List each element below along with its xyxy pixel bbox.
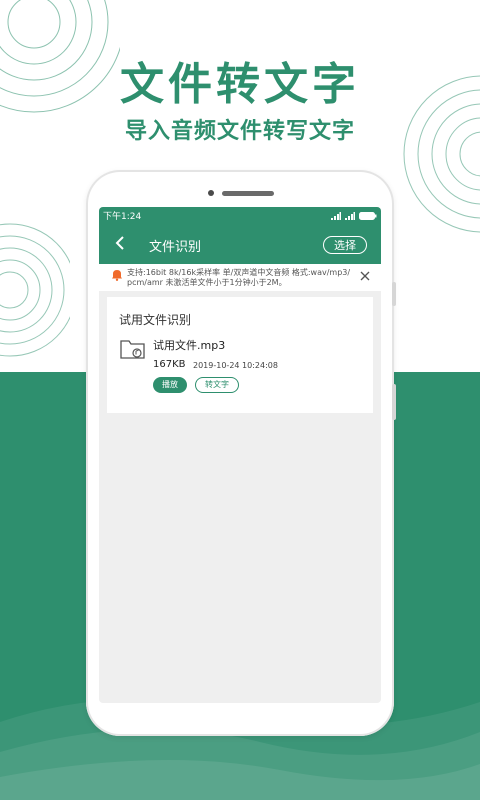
decorative-rings-left bbox=[0, 223, 70, 357]
promo-headline: 文件转文字 bbox=[120, 59, 360, 110]
battery-icon bbox=[359, 212, 377, 220]
play-button[interactable]: 播放 bbox=[153, 377, 187, 393]
file-name: 试用文件.mp3 bbox=[153, 339, 226, 352]
back-chevron-icon[interactable] bbox=[113, 234, 129, 252]
app-bar: 下午1:24 文件识别 选择 bbox=[99, 207, 381, 264]
promo-subheadline: 导入音频文件转写文字 bbox=[124, 119, 355, 144]
convert-to-text-button[interactable]: 转文字 bbox=[195, 377, 239, 393]
trial-file-card: 试用文件识别 试用文件.mp3 167KB 2019-10-24 10:24:0… bbox=[107, 297, 373, 413]
close-icon[interactable] bbox=[359, 270, 371, 282]
signal-icon bbox=[345, 212, 355, 220]
status-icons bbox=[331, 210, 377, 220]
status-time: 下午1:24 bbox=[103, 212, 142, 222]
bell-icon bbox=[112, 270, 122, 281]
file-date: 2019-10-24 10:24:08 bbox=[193, 361, 278, 370]
phone-side-button bbox=[392, 282, 396, 306]
phone-side-button bbox=[392, 384, 396, 420]
audio-folder-icon bbox=[120, 340, 145, 359]
phone-camera bbox=[208, 190, 214, 196]
phone-speaker bbox=[222, 191, 274, 196]
card-title: 试用文件识别 bbox=[119, 313, 192, 327]
signal-icon bbox=[331, 212, 341, 220]
format-notice-bar: 支持:16bit 8k/16k采样率 单/双声道中文音频 格式:wav/mp3/… bbox=[99, 264, 381, 291]
notice-text: 支持:16bit 8k/16k采样率 单/双声道中文音频 格式:wav/mp3/… bbox=[127, 268, 351, 287]
file-size: 167KB bbox=[153, 359, 186, 370]
page-title: 文件识别 bbox=[149, 240, 202, 255]
select-button[interactable]: 选择 bbox=[323, 236, 367, 254]
app-screen: 下午1:24 文件识别 选择 支持:16bit 8k/16k采样率 单/双声道中… bbox=[99, 207, 381, 703]
